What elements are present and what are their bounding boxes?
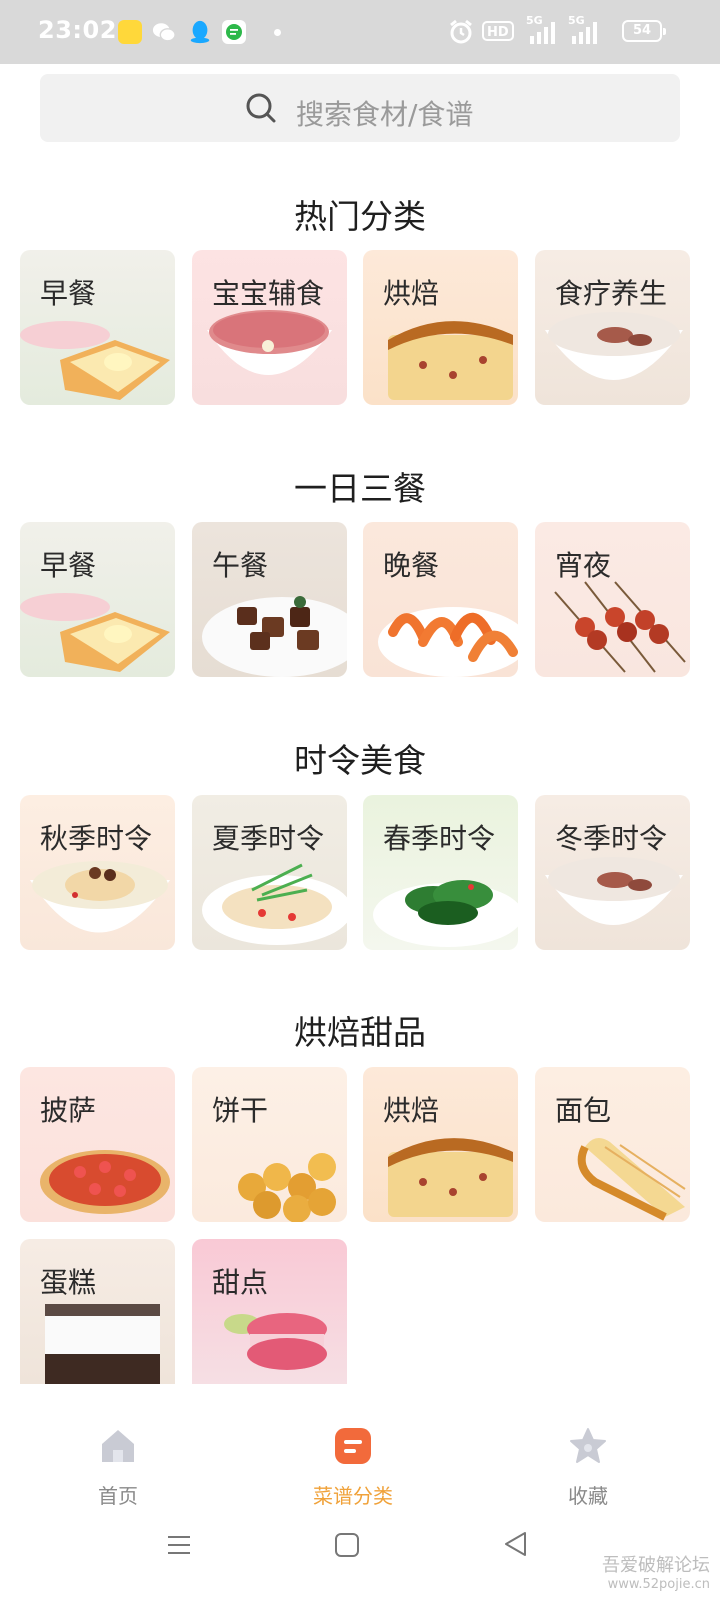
category-label: 早餐	[40, 277, 97, 310]
category-card-baking-2[interactable]: 烘焙	[363, 1067, 518, 1222]
category-label: 晚餐	[383, 549, 440, 582]
section-title-three-meals: 一日三餐	[294, 469, 426, 508]
category-label: 春季时令	[383, 822, 496, 855]
category-card-lunch[interactable]: 午餐	[192, 522, 347, 677]
nav-recipe-category-label: 菜谱分类	[313, 1484, 393, 1508]
section-title-seasonal: 时令美食	[294, 741, 426, 780]
section-title-hot: 热门分类	[294, 197, 426, 236]
system-navigation-bar: 吾爱破解论坛 www.52pojie.cn	[0, 1520, 720, 1600]
category-label: 宝宝辅食	[212, 277, 325, 310]
messages-icon	[222, 20, 246, 44]
category-label: 甜点	[212, 1266, 269, 1299]
battery-indicator: 54	[622, 20, 666, 42]
category-card-baby-food[interactable]: 宝宝辅食	[192, 250, 347, 405]
category-label: 午餐	[212, 549, 269, 582]
status-bar: 23:02 HD 5G 5G 54	[0, 0, 720, 64]
wechat-icon	[152, 23, 176, 42]
category-label: 食疗养生	[555, 277, 668, 310]
signal-1-icon	[530, 22, 555, 44]
category-card-bread[interactable]: 面包	[535, 1067, 690, 1222]
home-square-icon[interactable]	[333, 1531, 361, 1559]
category-card-breakfast[interactable]: 早餐	[20, 250, 175, 405]
section-title-baking-dessert: 烘焙甜品	[294, 1013, 426, 1052]
search-placeholder: 搜索食材/食谱	[296, 98, 474, 131]
category-card-breakfast-2[interactable]: 早餐	[20, 522, 175, 677]
app-yellow-icon	[118, 20, 142, 44]
watermark-line-2: www.52pojie.cn	[607, 1577, 710, 1592]
category-card-baking[interactable]: 烘焙	[363, 250, 518, 405]
category-label: 披萨	[40, 1094, 97, 1127]
category-label: 烘焙	[383, 277, 440, 310]
star-icon	[570, 1428, 606, 1463]
category-label: 宵夜	[555, 549, 612, 582]
qq-icon	[190, 20, 210, 44]
hd-icon: HD	[482, 21, 514, 41]
home-icon	[102, 1430, 134, 1462]
category-card-winter[interactable]: 冬季时令	[535, 795, 690, 950]
category-card-autumn[interactable]: 秋季时令	[20, 795, 175, 950]
bottom-navigation: 首页 菜谱分类 收藏	[0, 1410, 720, 1520]
category-card-late-night[interactable]: 宵夜	[535, 522, 690, 677]
menu-icon[interactable]	[166, 1532, 192, 1558]
category-card-pizza[interactable]: 披萨	[20, 1067, 175, 1222]
category-card-summer[interactable]: 夏季时令	[192, 795, 347, 950]
category-card-dessert[interactable]: 甜点	[192, 1239, 347, 1384]
back-icon[interactable]	[502, 1530, 530, 1558]
category-label: 蛋糕	[40, 1266, 97, 1299]
watermark-line-1: 吾爱破解论坛	[602, 1555, 710, 1576]
category-label: 饼干	[212, 1094, 269, 1127]
nav-home-label: 首页	[98, 1484, 138, 1508]
nav-favorites-label: 收藏	[568, 1484, 608, 1508]
search-bar[interactable]: 搜索食材/食谱	[40, 74, 680, 142]
category-label: 冬季时令	[555, 822, 668, 855]
watermark: 吾爱破解论坛 www.52pojie.cn	[602, 1551, 710, 1592]
category-label: 秋季时令	[40, 822, 153, 855]
alarm-icon	[450, 19, 472, 44]
category-label: 夏季时令	[212, 822, 325, 855]
signal-2-icon	[572, 22, 597, 44]
recipe-category-icon	[335, 1428, 371, 1464]
search-icon	[246, 93, 276, 123]
category-label: 早餐	[40, 549, 97, 582]
category-label: 面包	[555, 1094, 612, 1127]
category-card-dinner[interactable]: 晚餐	[363, 522, 518, 677]
category-card-cake[interactable]: 蛋糕	[20, 1239, 175, 1384]
notification-dot	[274, 29, 281, 36]
category-label: 烘焙	[383, 1094, 440, 1127]
category-card-spring[interactable]: 春季时令	[363, 795, 518, 950]
category-card-health[interactable]: 食疗养生	[535, 250, 690, 405]
status-time: 23:02	[38, 16, 117, 44]
category-card-biscuits[interactable]: 饼干	[192, 1067, 347, 1222]
